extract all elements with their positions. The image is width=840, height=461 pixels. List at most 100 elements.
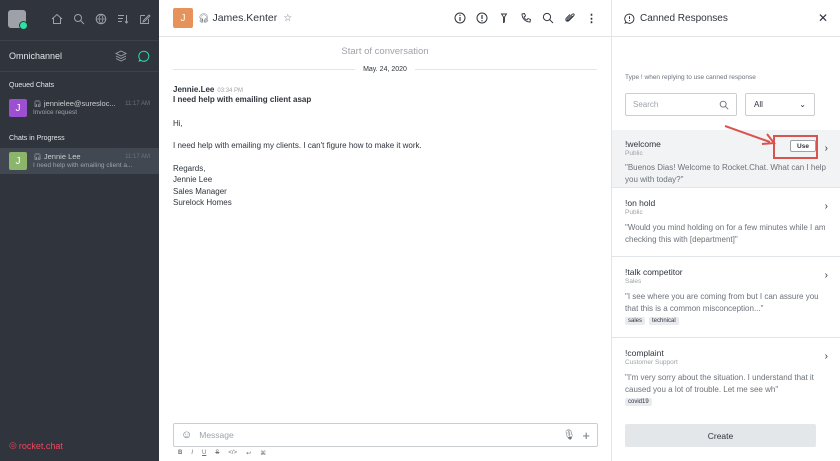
headset-icon: 🎧︎ xyxy=(33,153,42,161)
create-button[interactable]: Create xyxy=(625,424,816,447)
canned-response-item[interactable]: !complaint Customer Support "I'm very so… xyxy=(612,338,840,416)
sort-icon[interactable] xyxy=(116,12,129,25)
chevron-down-icon: ⌄ xyxy=(799,100,806,109)
canned-response-item[interactable]: !on hold Public "Would you mind holding … xyxy=(612,188,840,257)
info-icon[interactable] xyxy=(454,12,466,24)
canned-responses-panel: Canned Responses ✕ Type ! when replying … xyxy=(612,0,840,461)
start-of-conversation: Start of conversation xyxy=(341,46,429,57)
canned-response-text: "Buenos Dias! Welcome to Rocket.Chat. Wh… xyxy=(625,163,827,184)
code-button[interactable]: </> xyxy=(228,450,237,457)
message[interactable]: Jennie.Lee 03:34 PM I need help with ema… xyxy=(173,85,597,209)
panel-header: Canned Responses ✕ xyxy=(612,0,840,37)
microphone-icon[interactable]: 🎙︎ xyxy=(563,430,576,441)
brand-name: rocket.chat xyxy=(18,440,63,451)
panel-filters: All ⌄ xyxy=(612,93,840,116)
directory-icon[interactable] xyxy=(94,12,107,25)
message-closing-line: Regards, xyxy=(173,163,206,173)
sidebar-header xyxy=(0,0,159,37)
discussion-icon[interactable] xyxy=(476,12,488,24)
plus-icon[interactable]: + xyxy=(582,428,590,443)
in-progress-chat-item[interactable]: J 🎧︎ Jennie Lee 11:17 AM I need help wit… xyxy=(0,148,159,174)
tag: technical xyxy=(649,317,679,325)
strike-button[interactable]: S xyxy=(215,450,219,457)
room-header: J 🎧︎ James.Kenter ☆ ⋮ xyxy=(159,0,611,37)
attachment-icon[interactable] xyxy=(564,12,576,24)
headset-icon: 🎧︎ xyxy=(198,12,210,23)
chat-preview: I need help with emailing client a... xyxy=(33,162,133,169)
edit-icon[interactable] xyxy=(138,12,151,25)
brand-logo: ◎ rocket.chat xyxy=(9,440,63,451)
kebab-menu-icon[interactable]: ⋮ xyxy=(586,12,597,25)
annotation-arrow xyxy=(724,125,776,145)
canned-response-scope: Sales xyxy=(625,278,642,285)
link-button[interactable]: ⌘ xyxy=(260,450,266,457)
canned-responses-icon xyxy=(624,13,635,24)
chevron-right-icon[interactable]: › xyxy=(825,201,828,212)
scope-select[interactable]: All ⌄ xyxy=(745,93,815,116)
canned-response-list: !welcome Public "Buenos Dias! Welcome to… xyxy=(612,130,840,416)
message-subject: I need help with emailing client asap xyxy=(173,95,312,104)
canned-response-item[interactable]: !talk competitor Sales "I see where you … xyxy=(612,257,840,338)
chevron-right-icon[interactable]: › xyxy=(825,143,828,154)
chevron-right-icon[interactable]: › xyxy=(825,270,828,281)
chevron-right-icon[interactable]: › xyxy=(825,351,828,362)
date-separator: May. 24, 2020 xyxy=(173,66,597,73)
panel-hint: Type ! when replying to use canned respo… xyxy=(625,74,756,81)
history-icon[interactable] xyxy=(498,12,510,24)
panel-title: Canned Responses xyxy=(640,12,728,24)
tag: covid19 xyxy=(625,398,652,406)
italic-button[interactable]: I xyxy=(191,450,193,457)
message-greeting: Hi, xyxy=(173,118,183,128)
bold-button[interactable]: B xyxy=(178,450,182,457)
room-avatar[interactable]: J xyxy=(173,8,193,28)
user-avatar[interactable] xyxy=(8,9,28,30)
canned-response-text: "I'm very sorry about the situation. I u… xyxy=(625,373,814,394)
chats-in-progress-title: Chats in Progress xyxy=(9,135,65,142)
multiline-button[interactable]: ↩ xyxy=(246,450,251,457)
emoji-icon[interactable]: ☺ xyxy=(181,429,192,441)
canned-response-shortcut: !on hold xyxy=(625,198,656,208)
search-input[interactable] xyxy=(633,100,719,109)
canned-response-shortcut: !talk competitor xyxy=(625,267,683,277)
phone-icon[interactable] xyxy=(520,12,532,24)
tag-list: covid19 xyxy=(625,398,827,406)
message-closing-line: Jennie Lee xyxy=(173,175,213,184)
canned-response-text: "Would you mind holding on for a few min… xyxy=(625,223,826,244)
canned-response-shortcut: !complaint xyxy=(625,348,664,358)
message-input[interactable] xyxy=(199,430,556,440)
scope-select-value: All xyxy=(754,100,763,109)
queued-chat-item[interactable]: J 🎧︎ jennielee@suresloc... 11:17 AM Invo… xyxy=(0,95,159,121)
avatar: J xyxy=(9,152,27,170)
close-icon[interactable]: ✕ xyxy=(818,11,828,25)
canned-response-text: "I see where you are coming from but I c… xyxy=(625,292,819,313)
message-composer: ☺ 🎙︎ + xyxy=(173,423,598,447)
canned-response-scope: Public xyxy=(625,209,643,216)
tag: sales xyxy=(625,317,646,325)
avatar: J xyxy=(9,99,27,117)
search-icon[interactable] xyxy=(72,12,85,25)
room-name: James.Kenter xyxy=(212,12,278,24)
underline-button[interactable]: U xyxy=(202,450,206,457)
message-closing-line: Surelock Homes xyxy=(173,198,232,207)
canned-response-scope: Customer Support xyxy=(625,359,678,366)
queued-chats-title: Queued Chats xyxy=(9,82,55,89)
sidebar: Omnichannel Queued Chats J 🎧︎ jennielee@… xyxy=(0,0,159,461)
omnichannel-title: Omnichannel xyxy=(9,51,63,61)
contact-center-icon[interactable] xyxy=(114,50,127,63)
availability-icon[interactable] xyxy=(137,50,150,63)
omnichannel-bar: Omnichannel xyxy=(0,40,159,72)
star-icon[interactable]: ☆ xyxy=(283,13,292,24)
tag-list: sales technical xyxy=(625,317,827,325)
search-icon[interactable] xyxy=(542,12,554,24)
chat-time: 11:17 AM xyxy=(125,153,150,160)
main-room: J 🎧︎ James.Kenter ☆ ⋮ Start of conversat… xyxy=(159,0,612,461)
date-label: May. 24, 2020 xyxy=(363,66,407,73)
message-closing-line: Sales Manager xyxy=(173,186,227,196)
message-author[interactable]: Jennie.Lee xyxy=(173,85,214,94)
rocket-icon: ◎ xyxy=(9,440,17,450)
formatting-toolbar: B I U S </> ↩ ⌘ xyxy=(178,450,266,457)
home-icon[interactable] xyxy=(50,12,63,25)
search-field xyxy=(625,93,737,116)
search-icon xyxy=(719,100,729,110)
chat-preview: Invoice request xyxy=(33,109,78,116)
